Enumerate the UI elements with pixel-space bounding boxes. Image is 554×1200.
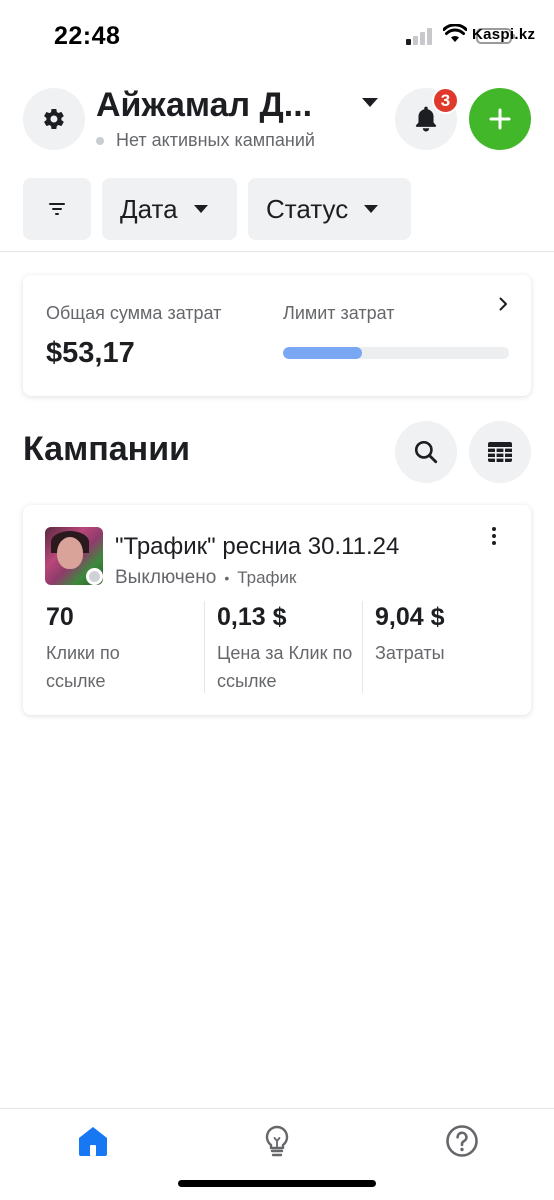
chevron-down-icon <box>193 205 208 213</box>
metric-value: 9,04 $ <box>375 603 445 631</box>
gear-icon <box>44 108 64 130</box>
metric-label: Клики по ссылке <box>46 643 120 691</box>
search-button[interactable] <box>395 421 457 483</box>
cellular-signal-icon <box>406 27 434 45</box>
spend-limit-label: Лимит затрат <box>283 303 395 323</box>
status-filter-dropdown[interactable]: Статус <box>248 178 411 240</box>
search-icon <box>414 440 438 464</box>
campaign-status-dot <box>86 568 103 585</box>
status-time: 22:48 <box>54 22 121 50</box>
metric-cost-per-click: 0,13 $ Цена за Клик по ссылке <box>204 601 362 693</box>
filter-icon <box>49 203 65 215</box>
chevron-down-icon <box>364 205 379 213</box>
account-name[interactable]: Айжамал Д... <box>96 86 312 125</box>
status-filter-label: Статус <box>266 193 349 224</box>
date-filter-dropdown[interactable]: Дата <box>102 178 237 240</box>
metric-label: Цена за Клик по ссылке <box>217 643 353 691</box>
carrier-label: Kaspi.kz <box>472 26 536 43</box>
status-dot <box>96 136 104 145</box>
spend-summary-card[interactable]: Общая сумма затрат $53,17 Лимит затрат <box>23 275 531 396</box>
campaign-card[interactable]: "Трафик" ресниа 30.11.24 Выключено • Тра… <box>23 505 531 715</box>
wifi-icon <box>443 24 467 42</box>
nav-tips[interactable] <box>259 1123 295 1159</box>
notification-count-badge: 3 <box>432 87 459 114</box>
metric-link-clicks: 70 Клики по ссылке <box>46 601 204 693</box>
metric-label: Затраты <box>375 643 445 663</box>
create-campaign-button[interactable] <box>469 88 531 150</box>
campaign-objective: Трафик <box>237 568 297 587</box>
spend-limit-progress-fill <box>283 347 363 359</box>
metric-value: 0,13 $ <box>217 603 287 631</box>
lightbulb-icon <box>265 1125 289 1157</box>
campaign-state: Выключено <box>115 567 217 588</box>
table-view-button[interactable] <box>469 421 531 483</box>
plus-icon <box>489 108 511 130</box>
more-options-icon[interactable] <box>485 525 503 547</box>
total-spend-value: $53,17 <box>46 337 135 369</box>
chevron-down-icon[interactable] <box>362 98 378 107</box>
meta-separator: • <box>224 570 230 586</box>
spend-limit-progress <box>283 347 509 359</box>
campaign-meta: Выключено • Трафик <box>115 567 296 589</box>
account-status: Нет активных кампаний <box>96 130 315 151</box>
campaigns-title: Кампании <box>23 430 191 468</box>
chevron-right-icon[interactable] <box>495 296 511 312</box>
thumbnail-face <box>57 537 83 569</box>
metric-amount-spent: 9,04 $ Затраты <box>362 601 520 693</box>
ads-manager-screen: 22:48 Kaspi.kz Айжамал Д... Нет активных… <box>0 0 554 1200</box>
table-icon <box>488 442 512 462</box>
date-filter-label: Дата <box>120 193 178 224</box>
nav-home[interactable] <box>75 1123 111 1159</box>
home-icon <box>79 1127 107 1156</box>
home-indicator <box>178 1180 376 1187</box>
metric-value: 70 <box>46 603 74 631</box>
status-bar: 22:48 Kaspi.kz <box>0 0 554 70</box>
settings-button[interactable] <box>23 88 85 150</box>
filter-button[interactable] <box>23 178 91 240</box>
campaign-name[interactable]: "Трафик" ресниа 30.11.24 <box>115 533 399 561</box>
account-status-text: Нет активных кампаний <box>116 130 315 150</box>
header-divider <box>0 251 554 252</box>
total-spend-label: Общая сумма затрат <box>46 303 222 323</box>
help-icon <box>446 1125 478 1157</box>
nav-help[interactable] <box>444 1123 480 1159</box>
